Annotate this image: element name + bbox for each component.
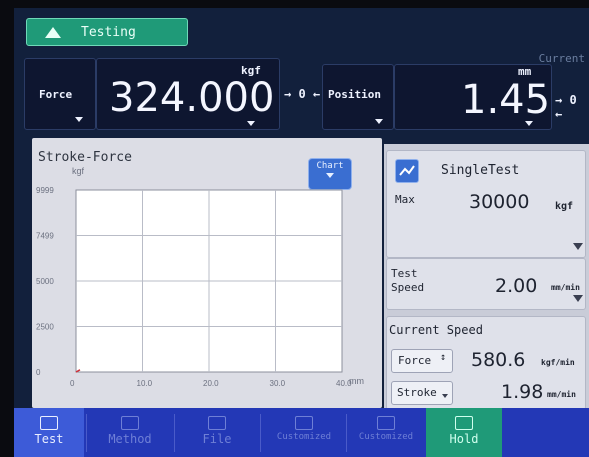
force-speed-selector[interactable]: Force ↕ [391,349,453,373]
updown-icon: ↕ [440,352,447,363]
stroke-speed-unit: mm/min [547,390,576,399]
nav-divider [174,414,175,452]
nav-file[interactable]: File [178,408,256,457]
caret-down-icon [375,119,383,124]
current-speed-card: Current Speed Force ↕ 580.6 kgf/min Stro… [386,316,586,410]
y-tick-label: 2500 [36,322,54,331]
position-readout[interactable]: mm 1.45 [394,64,552,130]
nav-divider [86,414,87,452]
force-label: Force [39,88,73,101]
y-axis-unit: kgf [72,166,85,176]
current-speed-title: Current Speed [389,323,483,337]
method-icon [121,416,139,430]
nav-file-label: File [202,432,232,446]
force-label-button[interactable]: Force [24,58,96,130]
stroke-speed-value: 1.98 [501,381,544,403]
test-speed-unit: mm/min [551,283,580,292]
test-icon [40,416,58,430]
machine-screen: Testing Current Force kgf 324.000 → 0 ← … [14,8,589,457]
nav-hold[interactable]: Hold [426,408,502,457]
y-tick-label: 5000 [36,277,54,286]
y-tick-labels: 0 2500 5000 7499 9999 [36,186,54,377]
stroke-force-chart: 02500500074999999 0 10.0 20.0 30.0 40.0 kgf … [36,166,364,388]
triangle-up-icon [45,26,61,38]
readout-bar: Force kgf 324.000 → 0 ← Position mm 1.45… [22,58,589,130]
test-speed-label-1: Test [391,267,418,280]
nav-test[interactable]: Test [14,408,84,457]
x-tick-label: 30.0 [270,379,286,388]
chart-trend-icon [395,159,419,183]
right-panel: SingleTest Max 30000 kgf Test Speed 2.00… [384,144,589,410]
max-unit: kgf [555,201,574,212]
nav-customized-2[interactable]: Customized [348,408,424,457]
nav-hold-label: Hold [449,432,479,446]
x-tick-label: 10.0 [137,379,153,388]
force-speed-value: 580.6 [471,349,526,371]
max-label: Max [395,193,415,206]
customize-icon [377,416,395,430]
nav-customized-1-label: Customized [276,432,332,442]
test-mode-card[interactable]: SingleTest Max 30000 kgf [386,150,586,258]
caret-down-icon [75,117,83,122]
stroke-speed-label: Stroke [397,386,437,399]
caret-down-icon [573,243,583,250]
position-value: 1.45 [461,77,551,123]
position-label-button[interactable]: Position [322,64,394,130]
x-axis-unit: mm [349,376,364,386]
caret-down-icon [247,121,255,126]
y-tick-label: 7499 [36,232,54,241]
customize-icon [295,416,313,430]
caret-down-icon [573,295,583,302]
force-readout[interactable]: kgf 324.000 [96,58,280,130]
force-value: 324.000 [109,75,275,121]
chart-panel: Stroke-Force Chart 0 2500 5000 7499 9999 0 10… [32,138,382,408]
status-tab[interactable]: Testing [26,18,188,46]
test-mode-label: SingleTest [441,163,520,178]
stroke-speed-selector[interactable]: Stroke [391,381,453,405]
file-icon [208,416,226,430]
bottom-nav: Test Method File Customized Customized H… [14,408,589,457]
y-tick-label: 9999 [36,186,54,195]
force-speed-unit: kgf/min [541,358,575,367]
force-speed-label: Force [398,354,432,367]
caret-down-icon [442,394,448,398]
x-tick-label: 20.0 [203,379,219,388]
force-zero-button[interactable]: → 0 ← [284,87,320,101]
nav-customized-1[interactable]: Customized [264,408,344,457]
position-label: Position [328,88,381,101]
max-value: 30000 [469,191,530,213]
x-tick-label: 0 [70,379,75,388]
y-tick-label: 0 [36,368,41,377]
nav-divider [260,414,261,452]
test-speed-card[interactable]: Test Speed 2.00 mm/min [386,258,586,310]
test-speed-value: 2.00 [495,275,538,297]
caret-down-icon [525,121,533,126]
hold-icon [455,416,473,430]
nav-test-label: Test [34,432,64,446]
nav-method-label: Method [108,432,152,446]
position-zero-button[interactable]: → 0 ← [555,93,589,121]
nav-customized-2-label: Customized [358,432,414,442]
x-tick-labels: 0 10.0 20.0 30.0 40.0 [70,379,352,388]
nav-method[interactable]: Method [90,408,170,457]
status-label: Testing [81,24,136,40]
nav-divider [346,414,347,452]
test-speed-label-2: Speed [391,281,425,294]
